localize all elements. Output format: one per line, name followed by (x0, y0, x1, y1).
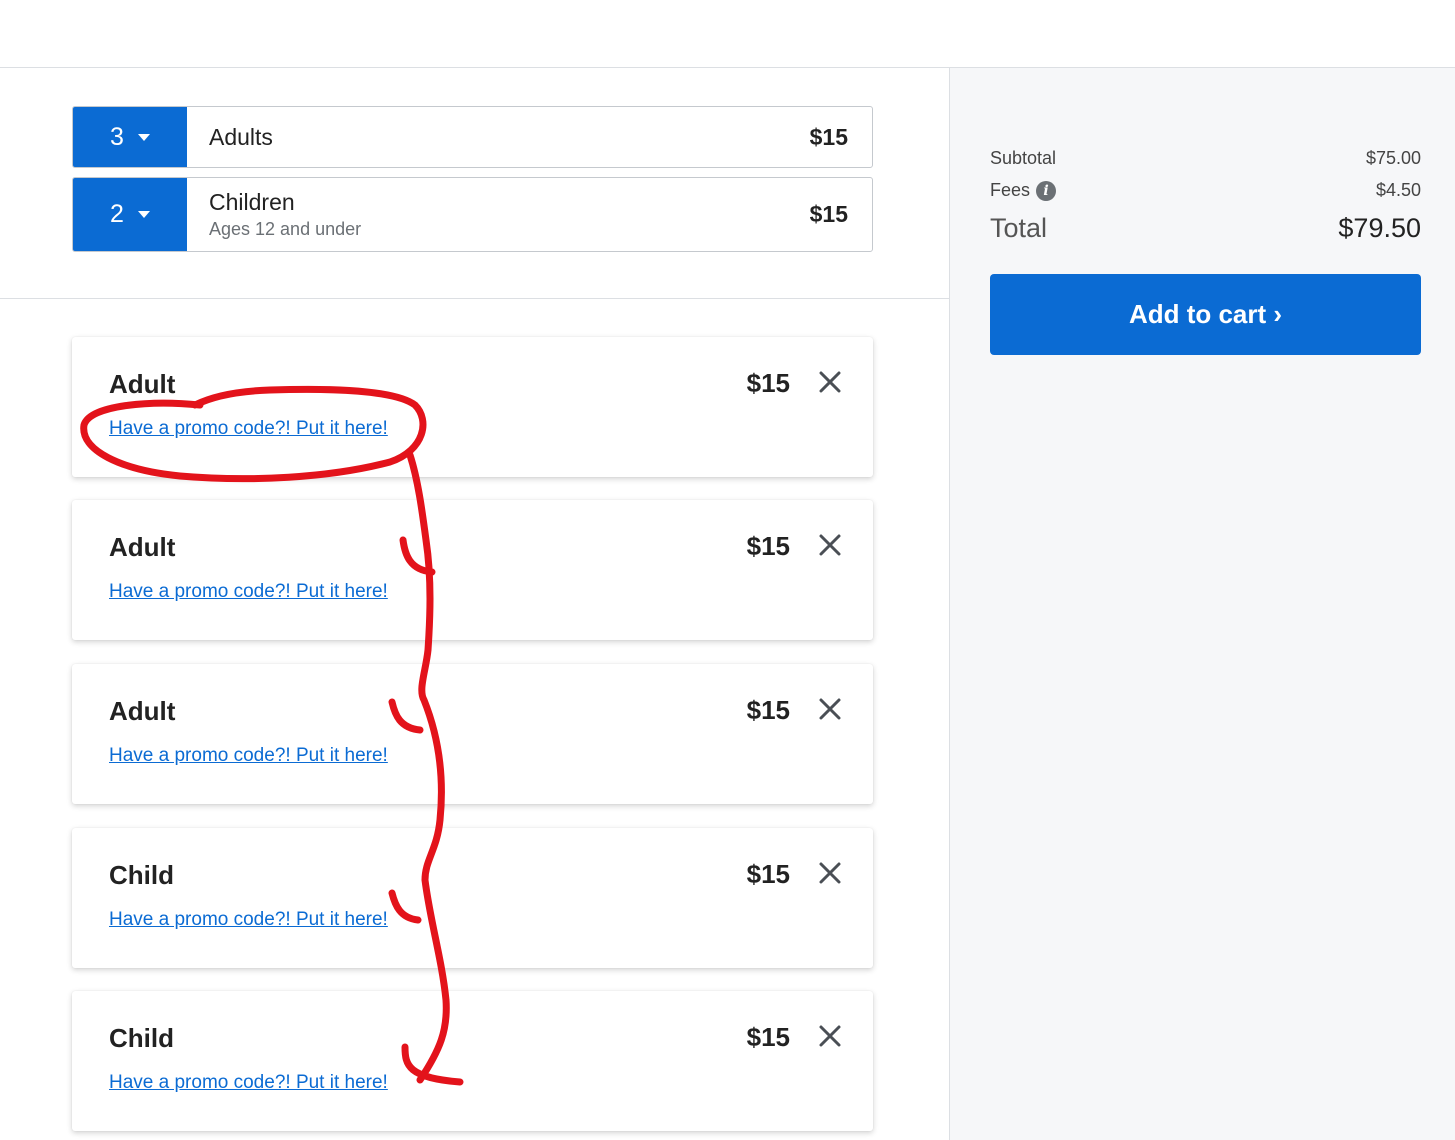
section-divider (0, 298, 949, 299)
selector-children-price: $15 (809, 201, 848, 227)
selector-children: 2 Children Ages 12 and under $15 (72, 177, 873, 252)
panel-divider (949, 68, 950, 1140)
close-icon[interactable] (817, 696, 843, 722)
close-icon[interactable] (817, 1023, 843, 1049)
selector-children-subtitle: Ages 12 and under (209, 219, 362, 239)
info-icon[interactable]: i (1036, 180, 1057, 201)
selector-children-body: Children Ages 12 and under (187, 178, 752, 251)
subtotal-row: Subtotal $75.00 (990, 148, 1421, 169)
children-quantity-dropdown[interactable]: 2 (73, 178, 187, 251)
fees-row: Fees i $4.50 (990, 180, 1421, 201)
ticket-card: Child $15 Have a promo code?! Put it her… (72, 828, 873, 968)
subtotal-label: Subtotal (990, 148, 1057, 168)
children-quantity-value: 2 (110, 200, 124, 228)
selector-adults-price: $15 (809, 123, 848, 150)
total-value: $79.50 (1338, 213, 1421, 243)
subtotal-value: $75.00 (1365, 148, 1421, 168)
caret-down-icon (137, 211, 150, 218)
close-icon[interactable] (817, 860, 843, 886)
ticket-price: $15 (746, 695, 790, 725)
promo-code-link[interactable]: Have a promo code?! Put it here! (109, 418, 388, 440)
ticket-title: Adult (109, 369, 176, 399)
adults-quantity-value: 3 (110, 122, 124, 151)
selector-adults: 3 Adults $15 (72, 106, 873, 168)
selector-adults-name: Adults (209, 123, 273, 150)
ticket-card: Adult $15 Have a promo code?! Put it her… (72, 337, 873, 477)
selector-children-name: Children (209, 189, 295, 215)
selector-adults-body: Adults (187, 107, 752, 167)
ticket-price: $15 (746, 531, 790, 561)
ticket-title: Adult (109, 532, 176, 562)
total-row: Total $79.50 (990, 213, 1421, 244)
close-icon[interactable] (817, 369, 843, 395)
ticket-price: $15 (746, 859, 790, 889)
promo-code-link[interactable]: Have a promo code?! Put it here! (109, 745, 388, 767)
total-label: Total (990, 213, 1048, 243)
promo-code-link[interactable]: Have a promo code?! Put it here! (109, 1072, 388, 1094)
ticket-title: Child (109, 1023, 174, 1053)
caret-down-icon (137, 133, 150, 141)
add-to-cart-button[interactable]: Add to cart › (990, 274, 1421, 355)
promo-code-link[interactable]: Have a promo code?! Put it here! (109, 909, 388, 931)
ticket-card: Adult $15 Have a promo code?! Put it her… (72, 500, 873, 640)
top-bar (0, 0, 1455, 68)
ticket-card: Adult $15 Have a promo code?! Put it her… (72, 664, 873, 804)
adults-quantity-dropdown[interactable]: 3 (73, 107, 187, 167)
ticket-price: $15 (746, 368, 790, 398)
ticket-price: $15 (746, 1022, 790, 1052)
ticket-title: Adult (109, 696, 176, 726)
fees-label: Fees (990, 180, 1031, 200)
fees-value: $4.50 (1375, 180, 1421, 200)
ticket-title: Child (109, 860, 174, 890)
promo-code-link[interactable]: Have a promo code?! Put it here! (109, 581, 388, 603)
ticket-card: Child $15 Have a promo code?! Put it her… (72, 991, 873, 1131)
fees-label-group: Fees i (990, 180, 1057, 201)
close-icon[interactable] (817, 532, 843, 558)
